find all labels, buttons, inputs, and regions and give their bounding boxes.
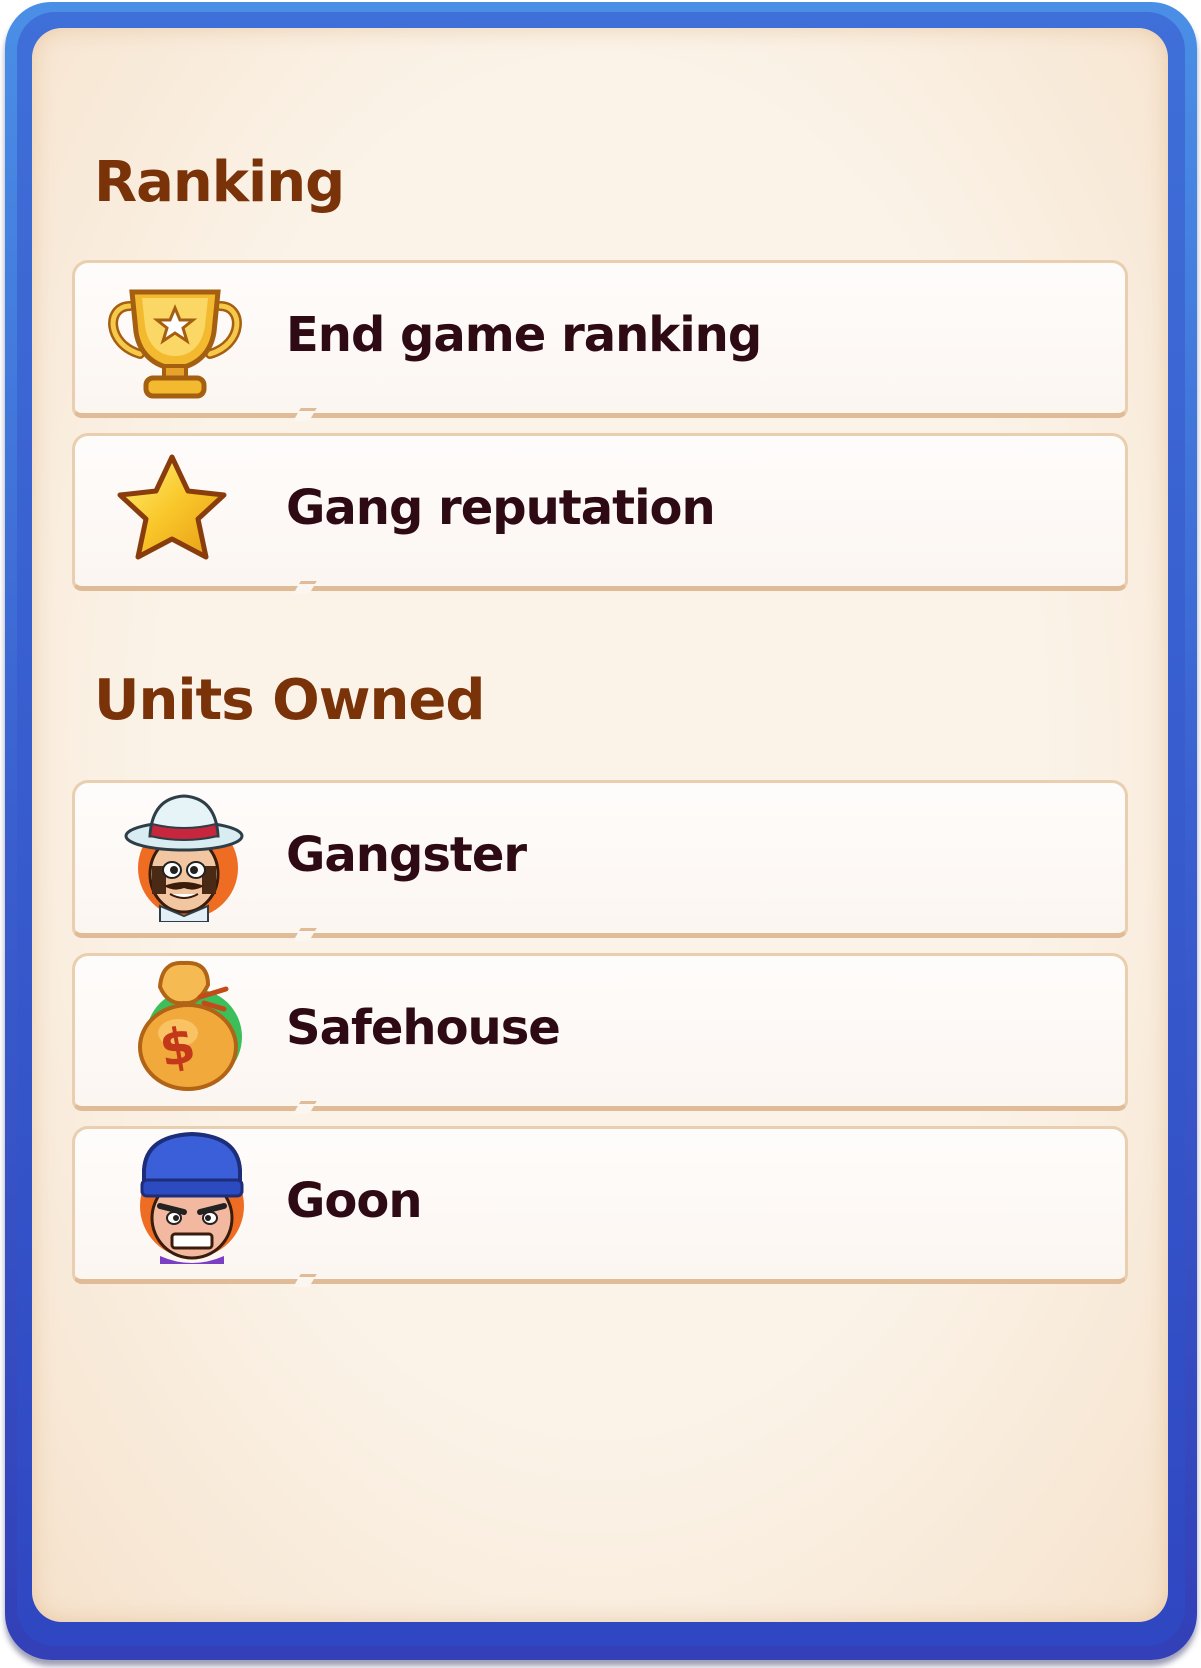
ranking-item-gang-reputation[interactable]: Gang reputation [72, 433, 1128, 594]
ranking-item-label: End game ranking [286, 307, 762, 363]
unit-item-safehouse[interactable]: $ Safehouse [72, 953, 1128, 1114]
units-heading: Units Owned [94, 668, 485, 733]
unit-item-label: Gangster [286, 827, 527, 883]
ranking-item-label: Gang reputation [286, 480, 716, 536]
unit-item-goon[interactable]: Goon [72, 1126, 1128, 1287]
unit-item-gangster[interactable]: Gangster [72, 780, 1128, 941]
gangster-avatar-icon [100, 782, 250, 923]
unit-item-label: Safehouse [286, 1000, 561, 1056]
money-bag-icon: $ [100, 957, 250, 1091]
star-icon [100, 447, 250, 577]
ranking-item-end-game[interactable]: End game ranking [72, 260, 1128, 421]
goon-avatar-icon [100, 1130, 250, 1264]
ranking-heading: Ranking [94, 150, 345, 215]
trophy-icon [100, 274, 250, 404]
unit-item-label: Goon [286, 1173, 423, 1229]
